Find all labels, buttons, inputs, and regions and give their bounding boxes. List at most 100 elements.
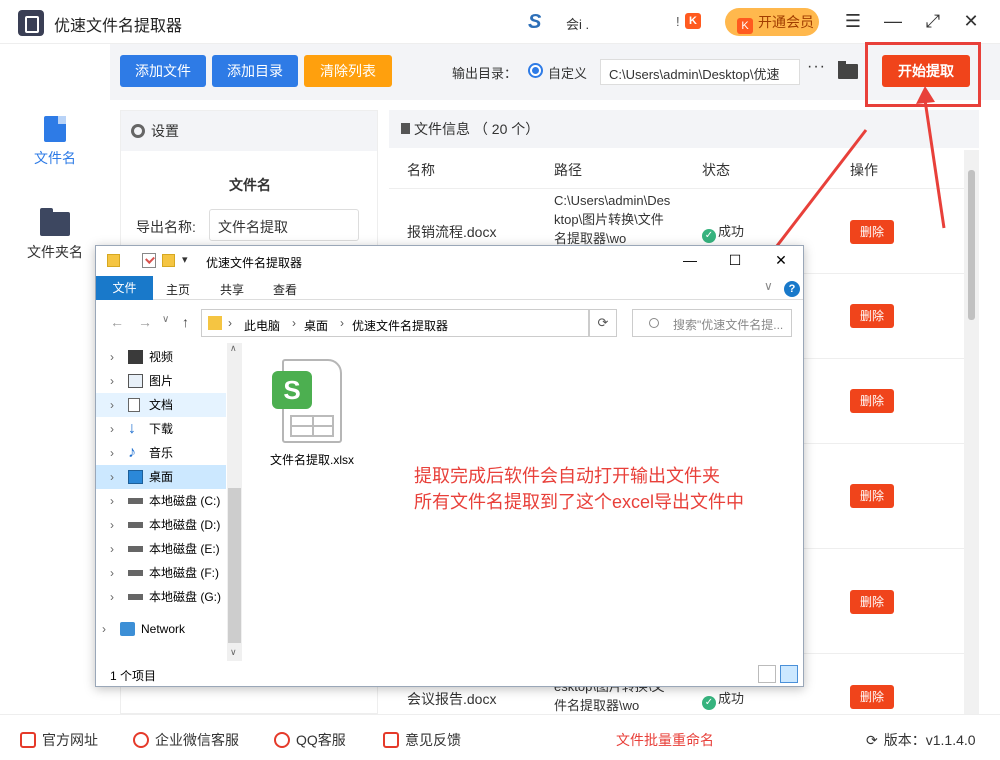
ribbon-tab-share[interactable]: 共享 bbox=[220, 281, 244, 298]
breadcrumb-separator-icon[interactable]: › bbox=[292, 316, 296, 330]
vip-button[interactable]: K 开通会员 bbox=[725, 8, 819, 36]
output-path-input[interactable]: C:\Users\admin\Desktop\优速 bbox=[600, 59, 800, 85]
breadcrumb-desktop[interactable]: 桌面 bbox=[304, 317, 328, 334]
breadcrumb-separator-icon[interactable]: › bbox=[340, 316, 344, 330]
expand-chevron-icon[interactable]: › bbox=[110, 441, 114, 465]
tree-scrollbar[interactable]: ∧ ∨ bbox=[227, 343, 242, 661]
refresh-icon[interactable]: ⟳ bbox=[589, 309, 617, 337]
add-directory-button[interactable]: 添加目录 bbox=[212, 55, 298, 87]
tree-item-downloads[interactable]: › ↓ 下载 bbox=[96, 417, 226, 441]
tree-item-network[interactable]: › Network bbox=[96, 617, 226, 641]
batch-rename-link[interactable]: 文件批量重命名 bbox=[616, 730, 714, 750]
ribbon-tab-file[interactable]: 文件 bbox=[96, 276, 153, 300]
minimize-icon[interactable]: — bbox=[680, 250, 700, 270]
nav-item-foldername[interactable]: 文件夹名 bbox=[0, 208, 110, 262]
minimize-icon[interactable]: — bbox=[880, 8, 906, 34]
pdf-feedback-icon bbox=[383, 732, 399, 748]
tree-item-drive-f[interactable]: › 本地磁盘 (F:) bbox=[96, 561, 226, 585]
tree-item-drive-d[interactable]: › 本地磁盘 (D:) bbox=[96, 513, 226, 537]
new-folder-icon[interactable] bbox=[162, 254, 175, 267]
expand-chevron-icon[interactable]: › bbox=[110, 417, 114, 441]
ribbon-tab-home[interactable]: 主页 bbox=[166, 281, 190, 298]
search-input[interactable]: 搜索"优速文件名提... bbox=[632, 309, 792, 337]
user-name[interactable]: 会i . bbox=[566, 14, 589, 33]
file-info-title: 文件信息 （ 20 个） bbox=[414, 121, 540, 137]
tree-item-documents[interactable]: › 文档 bbox=[96, 393, 226, 417]
scroll-up-icon[interactable]: ∧ bbox=[230, 343, 237, 354]
tree-item-pictures[interactable]: › 图片 bbox=[96, 369, 226, 393]
tree-item-drive-g[interactable]: › 本地磁盘 (G:) bbox=[96, 585, 226, 609]
delete-button[interactable]: 删除 bbox=[850, 220, 894, 244]
official-site-link[interactable]: 官方网址 bbox=[20, 730, 98, 750]
folder-quick-icon bbox=[107, 254, 120, 267]
ribbon-expand-chevron-icon[interactable]: ∨ bbox=[764, 279, 773, 293]
tree-item-video[interactable]: › 视频 bbox=[96, 345, 226, 369]
tree-item-music[interactable]: › ♪ 音乐 bbox=[96, 441, 226, 465]
maximize-icon[interactable]: ⤢ bbox=[920, 8, 946, 34]
expand-chevron-icon[interactable]: › bbox=[110, 513, 114, 537]
feedback-link[interactable]: 意见反馈 bbox=[383, 730, 461, 750]
column-header-action: 操作 bbox=[850, 162, 878, 178]
scroll-down-icon[interactable]: ∨ bbox=[230, 647, 237, 658]
delete-button[interactable]: 删除 bbox=[850, 304, 894, 328]
settings-section-title: 文件名 bbox=[229, 177, 271, 193]
menu-icon[interactable]: ☰ bbox=[840, 8, 866, 34]
expand-chevron-icon[interactable]: › bbox=[110, 489, 114, 513]
properties-icon[interactable] bbox=[142, 253, 156, 268]
recent-dropdown-icon[interactable]: ∨ bbox=[162, 314, 169, 325]
clear-list-button[interactable]: 清除列表 bbox=[304, 55, 392, 87]
export-name-input[interactable]: 文件名提取 bbox=[209, 209, 359, 241]
breadcrumb-separator-icon[interactable]: › bbox=[228, 316, 232, 330]
forward-arrow-icon[interactable]: → bbox=[138, 314, 152, 330]
delete-button[interactable]: 删除 bbox=[850, 389, 894, 413]
xlsx-file-name[interactable]: 文件名提取.xlsx bbox=[264, 451, 360, 468]
tree-scrollbar-thumb[interactable] bbox=[228, 488, 241, 643]
delete-button[interactable]: 删除 bbox=[850, 484, 894, 508]
delete-button[interactable]: 删除 bbox=[850, 685, 894, 709]
settings-header: 设置 bbox=[121, 111, 377, 151]
close-icon[interactable]: ✕ bbox=[958, 8, 984, 34]
user-avatar-icon[interactable]: S bbox=[528, 11, 541, 34]
add-file-button[interactable]: 添加文件 bbox=[120, 55, 206, 87]
expand-chevron-icon[interactable]: › bbox=[102, 617, 106, 641]
tree-item-drive-c[interactable]: › 本地磁盘 (C:) bbox=[96, 489, 226, 513]
spreadsheet-grid-icon bbox=[290, 415, 334, 437]
qq-support-link[interactable]: QQ客服 bbox=[274, 730, 346, 750]
breadcrumb-current-folder[interactable]: 优速文件名提取器 bbox=[352, 317, 448, 334]
annotation-text: 提取完成后软件会自动打开输出文件夹 所有文件名提取到了这个excel导出文件中 bbox=[414, 463, 744, 515]
more-dots-button[interactable]: ··· bbox=[807, 58, 826, 76]
close-icon[interactable]: ✕ bbox=[771, 250, 791, 270]
custom-radio[interactable] bbox=[528, 63, 543, 78]
search-icon bbox=[649, 318, 659, 328]
help-icon[interactable]: ? bbox=[784, 281, 800, 297]
expand-chevron-icon[interactable]: › bbox=[110, 369, 114, 393]
scrollbar-thumb[interactable] bbox=[968, 170, 975, 320]
expand-chevron-icon[interactable]: › bbox=[110, 345, 114, 369]
vip-k-icon: K bbox=[685, 13, 701, 29]
expand-chevron-icon[interactable]: › bbox=[110, 537, 114, 561]
quick-access-dropdown-icon[interactable]: ▾ bbox=[182, 253, 188, 266]
details-view-icon[interactable] bbox=[758, 665, 776, 683]
large-icons-view-icon[interactable] bbox=[780, 665, 798, 683]
ribbon-tab-view[interactable]: 查看 bbox=[273, 281, 297, 298]
tree-item-label: 视频 bbox=[149, 350, 174, 364]
xlsx-file-item[interactable]: S bbox=[272, 359, 344, 445]
expand-chevron-icon[interactable]: › bbox=[110, 393, 114, 417]
back-arrow-icon[interactable]: ← bbox=[110, 314, 124, 330]
open-folder-icon[interactable] bbox=[838, 61, 858, 79]
wps-spreadsheet-badge-icon: S bbox=[272, 371, 312, 409]
tree-item-desktop[interactable]: › 桌面 bbox=[96, 465, 226, 489]
table-scrollbar[interactable] bbox=[964, 150, 979, 714]
tree-item-drive-e[interactable]: › 本地磁盘 (E:) bbox=[96, 537, 226, 561]
wechat-support-link[interactable]: 企业微信客服 bbox=[133, 730, 239, 750]
expand-chevron-icon[interactable]: › bbox=[110, 465, 114, 489]
vip-button-label: 开通会员 bbox=[758, 14, 814, 30]
breadcrumb-this-pc[interactable]: 此电脑 bbox=[244, 317, 280, 334]
nav-item-filename[interactable]: 文件名 bbox=[0, 116, 110, 168]
maximize-icon[interactable]: ☐ bbox=[725, 250, 745, 270]
up-arrow-icon[interactable]: ↑ bbox=[182, 314, 189, 330]
expand-chevron-icon[interactable]: › bbox=[110, 585, 114, 609]
delete-button[interactable]: 删除 bbox=[850, 590, 894, 614]
expand-chevron-icon[interactable]: › bbox=[110, 561, 114, 585]
address-bar[interactable]: › 此电脑 › 桌面 › 优速文件名提取器 ∨ bbox=[201, 309, 681, 337]
